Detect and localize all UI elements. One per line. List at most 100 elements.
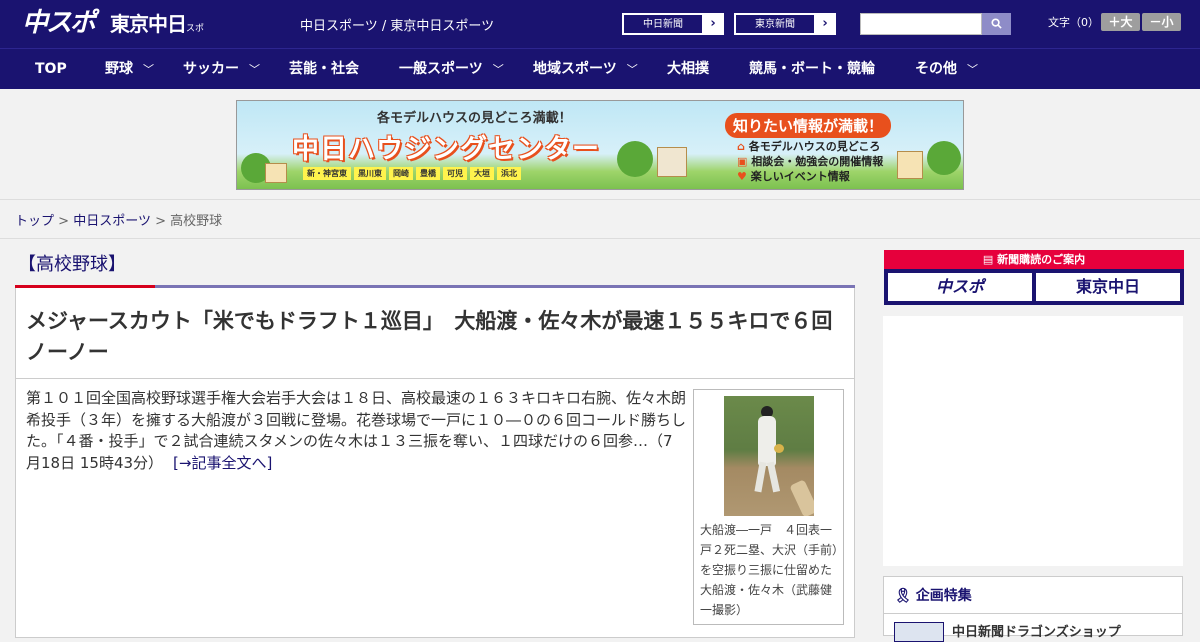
subscribe-tokyo-button[interactable]: 東京中日 xyxy=(1036,273,1180,301)
nav-item-other[interactable]: その他 ﹀ xyxy=(915,49,978,90)
nav-item-keiba[interactable]: 競馬・ボート・競輪 xyxy=(749,49,875,90)
banner-feature: ▣ 相談会・勉強会の開催情報 xyxy=(737,154,883,169)
banner-town: 浜北 xyxy=(497,167,521,180)
feature-head: 🎗 企画特集 xyxy=(894,585,972,605)
banner-town: 黒川東 xyxy=(354,167,386,180)
chevron-down-icon: ﹀ xyxy=(626,63,638,76)
nav-item-baseball[interactable]: 野球 ﹀ xyxy=(105,49,154,90)
breadcrumb-sep: > xyxy=(58,214,70,229)
nav-item-sumo[interactable]: 大相撲 xyxy=(667,49,709,90)
nav-label: 芸能・社会 xyxy=(289,61,359,77)
chuspo-logo[interactable]: 中スポ xyxy=(22,8,102,38)
divider xyxy=(0,238,1200,239)
divider xyxy=(16,378,854,379)
banner-town: 可児 xyxy=(443,167,467,180)
tokyo-logo-text: 東京中日 xyxy=(110,12,187,36)
site-header: 中スポ 東京中日スポーツ 中日スポーツ / 東京中日スポーツ 中日新聞 › 東京… xyxy=(0,0,1200,67)
nav-label: 一般スポーツ xyxy=(399,61,483,77)
banner-top-text: 各モデルハウスの見どころ満載！ xyxy=(377,111,572,126)
banner-feature: ⌂ 各モデルハウスの見どころ xyxy=(737,139,883,154)
house-graphic xyxy=(897,151,923,179)
feature-item-link[interactable]: 中日新聞ドラゴンズショップ xyxy=(952,621,1121,640)
housing-center-banner[interactable]: 各モデルハウスの見どころ満載！ 中日ハウジングセンター 新・神宮東 黒川東 岡崎… xyxy=(236,100,964,190)
house-graphic xyxy=(657,147,687,177)
banner-feature-text: 相談会・勉強会の開催情報 xyxy=(751,155,884,168)
tree-graphic xyxy=(927,141,961,175)
nav-label: サッカー xyxy=(183,61,239,77)
house-graphic xyxy=(265,163,287,183)
article-card: メジャースカウト「米でもドラフト１巡目」 大船渡・佐々木が最速１５５キロで６回ノ… xyxy=(15,288,855,638)
photo-caption: 大船渡―一戸 ４回表一戸２死二塁、大沢（手前）を空振り三振に仕留めた大船渡・佐々… xyxy=(700,523,839,617)
feature-head-text: 企画特集 xyxy=(915,588,972,604)
nav-label: 競馬・ボート・競輪 xyxy=(749,61,875,77)
breadcrumb: トップ > 中日スポーツ > 高校野球 xyxy=(15,210,222,229)
banner-towns: 新・神宮東 黒川東 岡崎 豊橋 可児 大垣 浜北 xyxy=(303,167,521,180)
feature-thumbnail[interactable] xyxy=(894,622,944,642)
subscribe-chuspo-button[interactable]: 中スポ xyxy=(888,273,1032,301)
banner-town: 大垣 xyxy=(470,167,494,180)
ribbon-icon: 🎗 xyxy=(894,588,912,604)
player-graphic xyxy=(766,461,781,493)
font-larger-button[interactable]: ＋大 xyxy=(1101,13,1140,31)
breadcrumb-home[interactable]: トップ xyxy=(15,214,54,229)
banner-town: 岡崎 xyxy=(389,167,413,180)
banner-right-head: 知りたい情報が満載！ xyxy=(725,113,892,138)
player-graphic xyxy=(758,416,776,466)
nav-item-entertainment[interactable]: 芸能・社会 xyxy=(289,49,359,90)
search-icon xyxy=(991,18,1002,29)
ad-area: 各モデルハウスの見どころ満載！ 中日ハウジングセンター 新・神宮東 黒川東 岡崎… xyxy=(0,89,1200,200)
banner-town: 豊橋 xyxy=(416,167,440,180)
nav-item-general-sports[interactable]: 一般スポーツ ﹀ xyxy=(399,49,504,90)
chunichi-shimbun-link[interactable]: 中日新聞 › xyxy=(622,13,724,35)
breadcrumb-sep: > xyxy=(155,214,166,229)
font-size-label: 文字（0） xyxy=(1048,16,1099,29)
breadcrumb-current: 高校野球 xyxy=(170,214,223,229)
banner-town: 新・神宮東 xyxy=(303,167,351,180)
chevron-right-icon: › xyxy=(822,16,828,31)
nav-label: 地域スポーツ xyxy=(533,61,617,77)
font-smaller-button[interactable]: －小 xyxy=(1142,13,1181,31)
nav-label: TOP xyxy=(35,61,67,77)
glove-graphic xyxy=(774,444,784,453)
banner-feature: ♥ 楽しいイベント情報 xyxy=(737,169,883,184)
tokyo-shimbun-link[interactable]: 東京新聞 › xyxy=(734,13,836,35)
search-button[interactable] xyxy=(982,13,1011,35)
chevron-right-icon: › xyxy=(710,16,716,31)
nav-item-top[interactable]: TOP xyxy=(35,49,67,90)
banner-feature-text: 楽しいイベント情報 xyxy=(750,170,850,183)
chevron-down-icon: ﹀ xyxy=(492,63,504,76)
chevron-down-icon: ﹀ xyxy=(249,63,260,76)
batter-graphic xyxy=(789,479,814,516)
divider xyxy=(884,613,1182,614)
newspaper-icon: ▤ xyxy=(982,253,998,266)
nav-item-soccer[interactable]: サッカー ﹀ xyxy=(183,49,260,90)
article-photo[interactable] xyxy=(724,396,814,516)
banner-title: 中日ハウジングセンター xyxy=(292,134,600,165)
tokyo-shimbun-label: 東京新聞 xyxy=(735,14,815,34)
tokyo-chunichi-logo[interactable]: 東京中日スポーツ xyxy=(110,10,210,67)
subscription-head: ▤ 新聞購読のご案内 xyxy=(884,250,1184,269)
chevron-down-icon: ﹀ xyxy=(967,63,978,76)
breadcrumb-section[interactable]: 中日スポーツ xyxy=(73,214,151,229)
photo-box: 大船渡―一戸 ４回表一戸２死二塁、大沢（手前）を空振り三振に仕留めた大船渡・佐々… xyxy=(693,389,844,625)
chunichi-shimbun-label: 中日新聞 xyxy=(623,14,703,34)
read-more-link[interactable]: [→記事全文へ] xyxy=(173,454,272,472)
category-title: 【高校野球】 xyxy=(18,254,126,275)
nav-label: 大相撲 xyxy=(667,61,709,77)
article-summary: 第１０１回全国高校野球選手権大会岩手大会は１８日、高校最速の１６３キロキロ右腕、… xyxy=(26,388,686,474)
subscription-head-text: 新聞購読のご案内 xyxy=(997,253,1086,266)
heart-icon: ♥ xyxy=(737,170,751,183)
site-name: 中日スポーツ / 東京中日スポーツ xyxy=(300,19,495,34)
banner-feature-text: 各モデルハウスの見どころ xyxy=(748,140,881,153)
main-nav: TOP 野球 ﹀ サッカー ﹀ 芸能・社会 一般スポーツ ﹀ 地域スポーツ ﹀ 大相撲 … xyxy=(0,48,1200,89)
article-headline[interactable]: メジャースカウト「米でもドラフト１巡目」 大船渡・佐々木が最速１５５キロで６回ノ… xyxy=(26,306,841,368)
house-icon: ⌂ xyxy=(737,140,749,153)
nav-item-local-sports[interactable]: 地域スポーツ ﹀ xyxy=(533,49,638,90)
nav-label: 野球 xyxy=(105,61,133,77)
article-body: 第１０１回全国高校野球選手権大会岩手大会は１８日、高校最速の１６３キロキロ右腕、… xyxy=(26,389,687,472)
sidebar-ad-slot xyxy=(883,316,1183,566)
search-input[interactable] xyxy=(860,13,982,35)
subscription-box: ▤ 新聞購読のご案内 中スポ 東京中日 xyxy=(884,250,1184,305)
nav-label: その他 xyxy=(915,61,957,77)
chevron-down-icon: ﹀ xyxy=(143,63,154,76)
